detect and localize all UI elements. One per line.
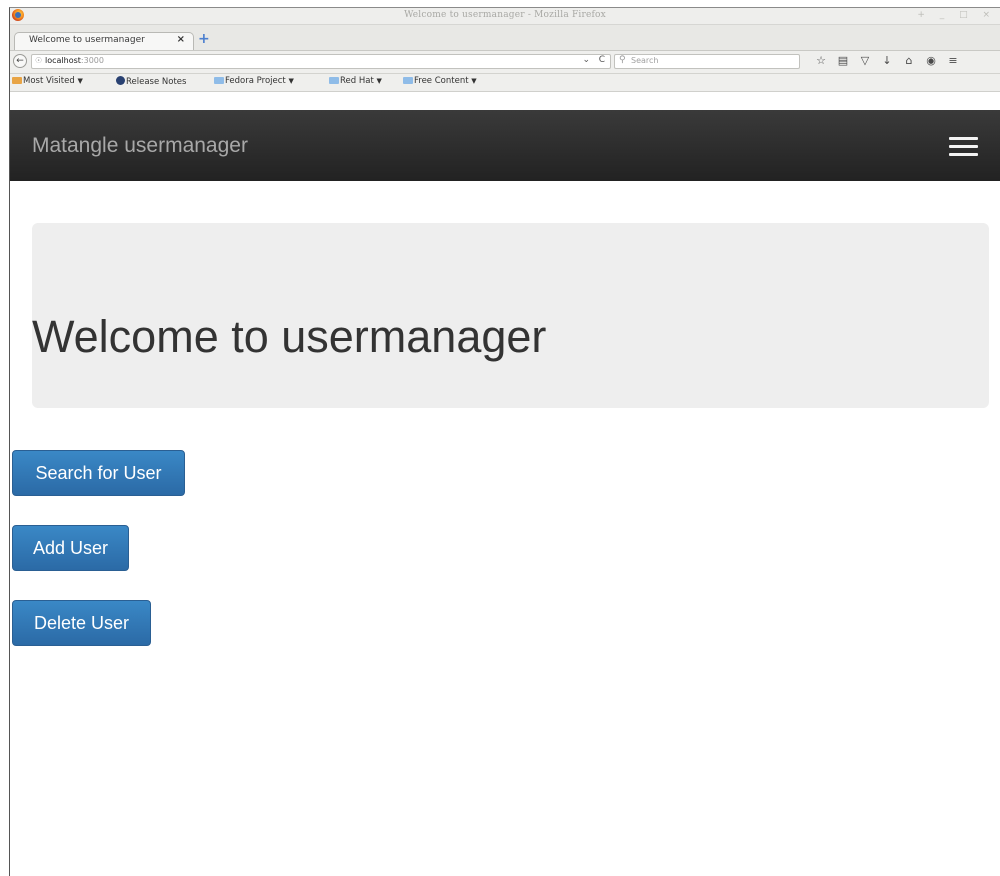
folder-icon (329, 77, 339, 84)
chat-icon[interactable]: ◉ (920, 54, 942, 67)
title-bar: Welcome to usermanager - Mozilla Firefox… (10, 8, 1000, 25)
browser-window: Welcome to usermanager - Mozilla Firefox… (9, 7, 1000, 876)
bookmark-most-visited[interactable]: Most Visited ▼ (12, 76, 83, 86)
page-title: Welcome to usermanager (32, 311, 547, 362)
bookmarks-menu-icon[interactable]: ▤ (832, 54, 854, 67)
menu-bar-line (949, 153, 978, 156)
folder-icon (403, 77, 413, 84)
add-user-button[interactable]: Add User (12, 525, 129, 571)
home-icon[interactable]: ⌂ (898, 54, 920, 67)
chevron-down-icon: ▼ (77, 77, 83, 85)
folder-icon (12, 77, 22, 84)
search-bar[interactable]: ⚲ Search (614, 54, 800, 69)
search-user-button[interactable]: Search for User (12, 450, 185, 496)
bookmark-free-content[interactable]: Free Content ▼ (403, 76, 477, 86)
navigation-toolbar: ← ☉ localhost:3000 ⌄ C ⚲ Search ☆ ▤ ▽ ↓ ⌂ ◉ ≡ (10, 51, 1000, 74)
window-controls[interactable]: + _ □ × (917, 10, 996, 20)
chevron-down-icon: ▼ (471, 77, 477, 85)
pocket-icon[interactable]: ▽ (854, 54, 876, 67)
search-icon: ⚲ (619, 55, 626, 65)
tab-close-icon[interactable]: × (177, 34, 185, 45)
app-navbar: Matangle usermanager (10, 110, 1000, 181)
folder-icon (214, 77, 224, 84)
url-text: localhost:3000 (45, 56, 104, 65)
menu-bar-line (949, 137, 978, 140)
bookmark-fedora-project[interactable]: Fedora Project ▼ (214, 76, 294, 86)
bookmark-star-icon[interactable]: ☆ (810, 54, 832, 67)
bookmark-label: Release Notes (126, 77, 187, 87)
url-host: localhost (45, 56, 81, 65)
navbar-toggle-menu-icon[interactable] (949, 137, 978, 156)
chevron-down-icon: ▼ (376, 77, 382, 85)
new-tab-icon[interactable]: + (198, 32, 210, 46)
site-identity-icon[interactable]: ☉ (35, 56, 42, 65)
bookmark-label: Most Visited (23, 76, 75, 86)
chevron-down-icon: ▼ (288, 77, 294, 85)
tab-strip: Welcome to usermanager × + (10, 25, 1000, 51)
back-button[interactable]: ← (13, 54, 27, 68)
bookmark-label: Fedora Project (225, 76, 286, 86)
menu-bar-line (949, 145, 978, 148)
delete-user-button[interactable]: Delete User (12, 600, 151, 646)
url-bar[interactable]: ☉ localhost:3000 ⌄ C (31, 54, 611, 69)
downloads-icon[interactable]: ↓ (876, 54, 898, 67)
tab-welcome[interactable]: Welcome to usermanager × (14, 32, 194, 50)
bookmark-red-hat[interactable]: Red Hat ▼ (329, 76, 382, 86)
toolbar-icons: ☆ ▤ ▽ ↓ ⌂ ◉ ≡ (810, 54, 964, 67)
window-title: Welcome to usermanager - Mozilla Firefox (404, 10, 606, 20)
tab-label: Welcome to usermanager (29, 35, 145, 45)
reload-icon[interactable]: C (599, 55, 605, 65)
url-port: :3000 (80, 56, 104, 65)
welcome-jumbotron: Welcome to usermanager (32, 223, 989, 408)
bookmark-label: Free Content (414, 76, 469, 86)
bookmark-label: Red Hat (340, 76, 374, 86)
search-placeholder: Search (631, 56, 659, 65)
bookmark-release-notes[interactable]: Release Notes (116, 76, 186, 87)
fedora-icon (116, 76, 125, 85)
app-brand[interactable]: Matangle usermanager (32, 134, 248, 158)
url-history-dropdown-icon[interactable]: ⌄ (582, 55, 590, 65)
bookmarks-toolbar: Most Visited ▼ Release Notes Fedora Proj… (10, 74, 1000, 92)
hamburger-menu-icon[interactable]: ≡ (942, 54, 964, 67)
